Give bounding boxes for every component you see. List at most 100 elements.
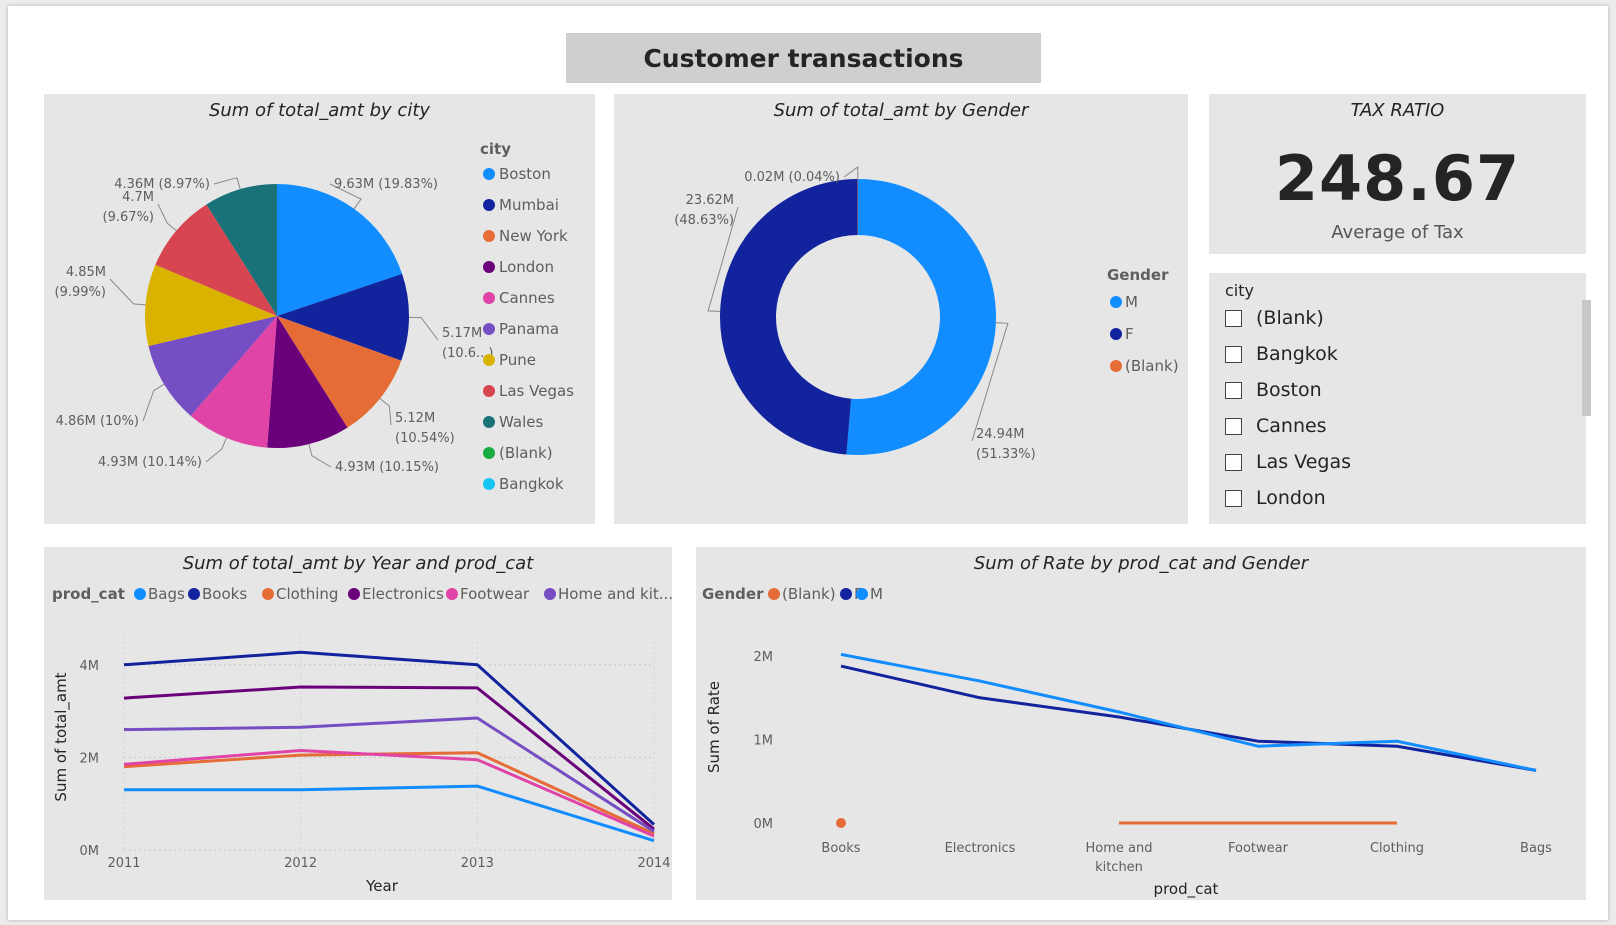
pie-legend-item: Panama (499, 320, 559, 338)
legend-marker (188, 588, 200, 600)
legend-marker (840, 588, 852, 600)
pie-data-label: (9.99%) (55, 285, 106, 300)
pie-legend-item: (Blank) (499, 444, 553, 462)
pie-legend-title: city (480, 140, 511, 158)
legend-marker (483, 230, 495, 242)
legend-marker (483, 292, 495, 304)
slicer-item[interactable]: Boston (1225, 375, 1322, 405)
line-chart[interactable]: prod_cat Bags Books Clothing Electronics Foot… (44, 547, 672, 900)
line-chart-panel[interactable]: Sum of total_amt by Year and prod_cat pr… (44, 547, 672, 900)
pie-chart[interactable]: 9.63M (19.83%)5.17M(10.6...)5.12M(10.54%… (44, 94, 595, 524)
pie-leader-line (205, 437, 227, 463)
donut-chart[interactable]: 24.94M (51.33%) 23.62M (48.63%) 0.02M (0.04%… (614, 94, 1188, 524)
legend-marker (134, 588, 146, 600)
y-axis-title: Sum of total_amt (52, 672, 71, 801)
donut-data-label: 23.62M (686, 193, 734, 208)
x-tick-label: 2013 (461, 856, 494, 871)
x-axis-title: prod_cat (1154, 880, 1219, 899)
series-line (840, 664, 1537, 772)
x-tick-label: Electronics (945, 841, 1016, 856)
legend-marker (544, 588, 556, 600)
slicer-item[interactable]: (Blank) (1225, 303, 1324, 333)
pie-legend-item: Wales (499, 413, 543, 431)
pie-data-label: (10.54%) (395, 431, 455, 446)
kpi-title: TAX RATIO (1350, 100, 1445, 121)
donut-slice (719, 179, 858, 455)
donut-slice (846, 179, 996, 455)
x-tick-label: Home and (1086, 841, 1153, 856)
donut-data-label: (51.33%) (976, 447, 1036, 462)
x-tick-label: kitchen (1095, 860, 1143, 875)
x-tick-label: Bags (1520, 841, 1552, 856)
legend-marker (446, 588, 458, 600)
pie-data-label: 4.7M (122, 190, 154, 205)
line-legend-item: Footwear (460, 585, 530, 603)
donut-legend-item: M (1125, 293, 1138, 311)
slicer-item[interactable]: Bangkok (1225, 339, 1338, 369)
checkbox[interactable] (1225, 489, 1242, 507)
pie-data-label: 4.85M (66, 265, 106, 280)
checkbox[interactable] (1225, 381, 1242, 399)
pie-chart-panel[interactable]: Sum of total_amt by city 9.63M (19.83%) 5… (44, 94, 595, 524)
rate-chart[interactable]: Gender(Blank)FM2M1M0MBooksElectronicsHom… (696, 547, 1586, 900)
slicer-item[interactable]: Cannes (1225, 411, 1327, 441)
legend-marker (483, 261, 495, 273)
city-slicer[interactable]: city (Blank) Bangkok Boston Cannes Las V… (1209, 273, 1591, 524)
donut-data-label: (48.63%) (674, 213, 734, 228)
checkbox[interactable] (1225, 345, 1242, 363)
legend-marker (483, 323, 495, 335)
line-legend-item: Bags (148, 585, 185, 603)
x-tick-label: Footwear (1228, 841, 1289, 856)
kpi-card: TAX RATIO 248.67 Average of Tax (1209, 94, 1586, 254)
rate-chart-panel[interactable]: Sum of Rate by prod_cat and Gender Gende… (696, 547, 1586, 900)
slicer-scrollbar[interactable] (1582, 300, 1591, 416)
donut-legend-item: F (1125, 325, 1134, 343)
donut-chart-panel[interactable]: Sum of total_amt by Gender 24.94M (51.33%… (614, 94, 1188, 524)
checkbox[interactable] (1225, 417, 1242, 435)
pie-legend-item: Boston (499, 165, 551, 183)
legend-marker (483, 354, 495, 366)
donut-legend-title: Gender (1107, 266, 1169, 284)
y-tick-label: 4M (80, 659, 100, 674)
donut-leader-line (843, 166, 859, 180)
legend-marker (483, 447, 495, 459)
legend-marker (483, 478, 495, 490)
kpi-label: Average of Tax (1331, 222, 1464, 243)
y-axis-title: Sum of Rate (705, 681, 723, 773)
y-tick-label: 2M (80, 751, 100, 766)
series-line (123, 716, 655, 833)
legend-marker (1110, 296, 1122, 308)
legend-marker (1110, 360, 1122, 372)
pie-data-label: 9.63M (19.83%) (334, 177, 438, 192)
legend-marker (856, 588, 868, 600)
y-tick-label: 1M (754, 734, 774, 749)
legend-marker (483, 416, 495, 428)
slicer-item[interactable]: Las Vegas (1225, 447, 1351, 477)
pie-leader-line (379, 398, 392, 426)
pie-data-label: 5.17M (442, 326, 482, 341)
legend-marker (1110, 328, 1122, 340)
pie-legend-item: Cannes (499, 289, 555, 307)
pie-data-label: 5.12M (395, 411, 435, 426)
kpi-value: 248.67 (1274, 142, 1521, 215)
pie-data-label: 4.36M (8.97%) (114, 177, 210, 192)
y-tick-label: 0M (80, 844, 100, 859)
rate-legend-title: Gender (702, 585, 764, 603)
x-tick-label: Books (821, 841, 860, 856)
rate-legend-item: M (870, 585, 883, 603)
legend-marker (768, 588, 780, 600)
checkbox[interactable] (1225, 453, 1242, 471)
report-canvas: Customer transactions Sum of total_amt b… (8, 6, 1608, 920)
x-tick-label: 2012 (284, 856, 317, 871)
pie-data-label: 4.93M (10.14%) (98, 455, 202, 470)
report-title: Customer transactions (566, 33, 1041, 83)
slicer-item[interactable]: London (1225, 483, 1326, 513)
series-line (123, 748, 655, 838)
y-tick-label: 2M (754, 650, 774, 665)
line-legend-title: prod_cat (52, 585, 125, 603)
line-legend-item: Home and kit... (558, 585, 672, 603)
x-tick-label: 2011 (107, 856, 140, 871)
pie-data-label: 4.86M (10%) (56, 414, 139, 429)
checkbox[interactable] (1225, 309, 1242, 327)
legend-marker (262, 588, 274, 600)
